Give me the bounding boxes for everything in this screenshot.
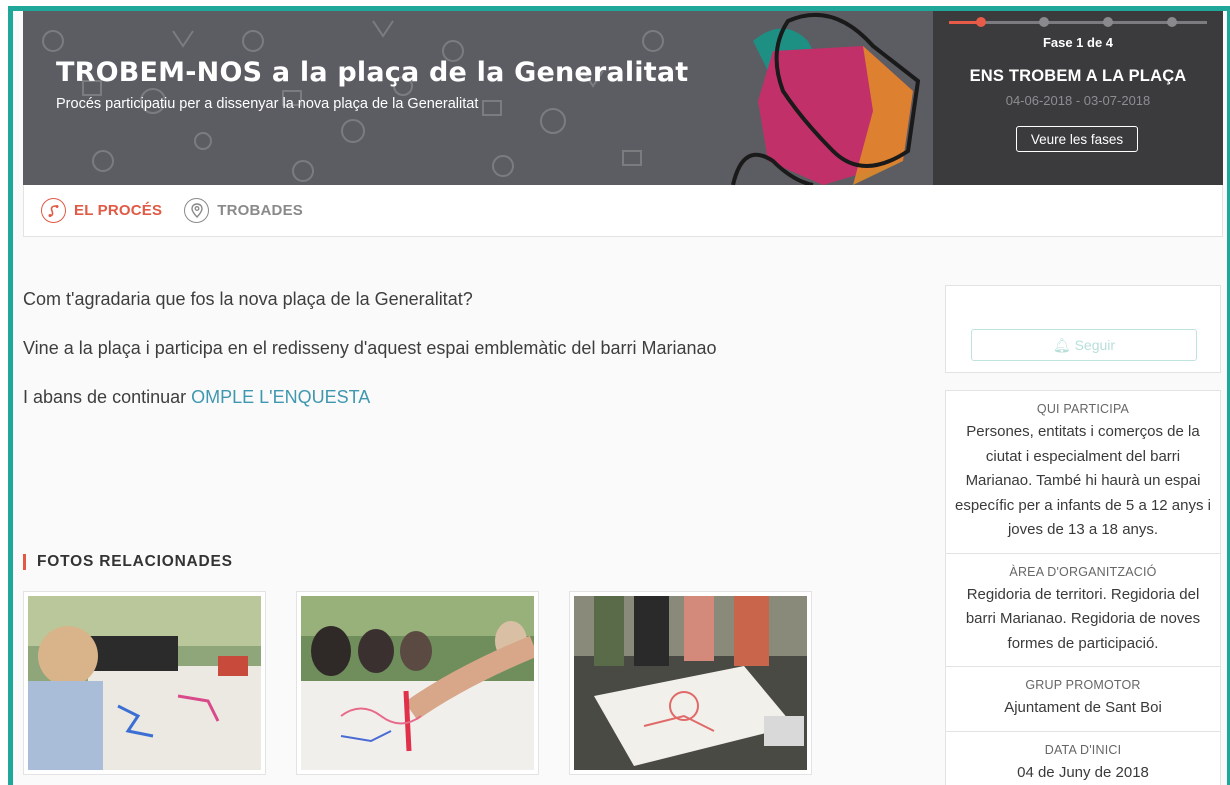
hero-banner: TROBEM-NOS a la plaça de la Generalitat … [23,11,933,185]
photo-image [28,596,261,770]
info-section-participants: QUI PARTICIPA Persones, entitats i comer… [946,391,1220,554]
phase-dates: 04-06-2018 - 03-07-2018 [1005,93,1151,108]
tab-meetings[interactable]: TROBADES [184,198,303,223]
phase-name: ENS TROBEM A LA PLAÇA [969,67,1187,85]
related-photos-title: FOTOS RELACIONADES [23,554,233,570]
process-info-card: QUI PARTICIPA Persones, entitats i comer… [945,390,1221,785]
phase-panel: Fase 1 de 4 ENS TROBEM A LA PLAÇA 04-06-… [933,11,1223,185]
phase-step-2[interactable] [1039,17,1049,27]
phase-step-4[interactable] [1167,17,1177,27]
description-text: I abans de continuar [23,387,192,407]
info-section-promoter: GRUP PROMOTOR Ajuntament de Sant Boi [946,667,1220,732]
photo-thumbnail[interactable] [23,591,266,775]
photo-thumbnail[interactable] [569,591,812,775]
follow-button[interactable]: 🔔︎ Seguir [971,329,1197,361]
location-pin-icon [184,198,210,223]
process-hero: TROBEM-NOS a la plaça de la Generalitat … [23,11,1223,185]
info-value: 04 de Juny de 2018 [1017,763,1149,781]
info-label: GRUP PROMOTOR [1025,678,1141,692]
follow-label: Seguir [1074,337,1116,353]
photo-image [301,596,539,770]
tab-process-label: EL PROCÉS [74,202,163,219]
info-label: ÀREA D'ORGANITZACIÓ [1009,564,1157,579]
description-paragraph: Vine a la plaça i participa en el rediss… [23,338,717,358]
page-frame: TROBEM-NOS a la plaça de la Generalitat … [8,6,1230,785]
follow-card: 🔔︎ Seguir [945,285,1221,373]
photo-image [574,596,807,770]
info-value: Ajuntament de Sant Boi [1004,699,1162,716]
tab-process[interactable]: EL PROCÉS [41,198,162,223]
process-tabs: EL PROCÉS TROBADES [23,185,1223,237]
info-label: DATA D'INICI [1044,742,1122,757]
tab-meetings-label: TROBADES [217,202,303,219]
process-icon [41,198,66,223]
phase-step-1[interactable] [976,17,986,27]
view-phases-button[interactable]: Veure les fases [1016,126,1138,152]
info-value: Regidoria de territori. Regidoria del ba… [965,585,1201,652]
photo-thumbnail[interactable] [296,591,539,775]
survey-link[interactable]: OMPLE L'ENQUESTA [191,387,370,407]
phase-step-3[interactable] [1103,17,1113,27]
info-label: QUI PARTICIPA [1036,402,1130,416]
process-description: Com t'agradaria que fos la nova plaça de… [23,289,913,436]
process-title: TROBEM-NOS a la plaça de la Generalitat [56,57,689,88]
phase-progress-track [949,17,1207,27]
bell-icon: 🔔︎ [1052,337,1071,353]
info-value: Persones, entitats i comerços de la ciut… [955,423,1211,538]
info-section-organization: ÀREA D'ORGANITZACIÓ Regidoria de territo… [946,554,1220,667]
related-photos-gallery [23,591,812,775]
description-paragraph: Com t'agradaria que fos la nova plaça de… [23,289,473,309]
hero-illustration [731,12,921,185]
info-section-start-date: DATA D'INICI 04 de Juny de 2018 [946,732,1220,785]
phase-counter: Fase 1 de 4 [1042,35,1114,50]
description-paragraph: I abans de continuar OMPLE L'ENQUESTA [23,387,913,408]
process-subtitle: Procés participatiu per a dissenyar la n… [56,96,479,112]
